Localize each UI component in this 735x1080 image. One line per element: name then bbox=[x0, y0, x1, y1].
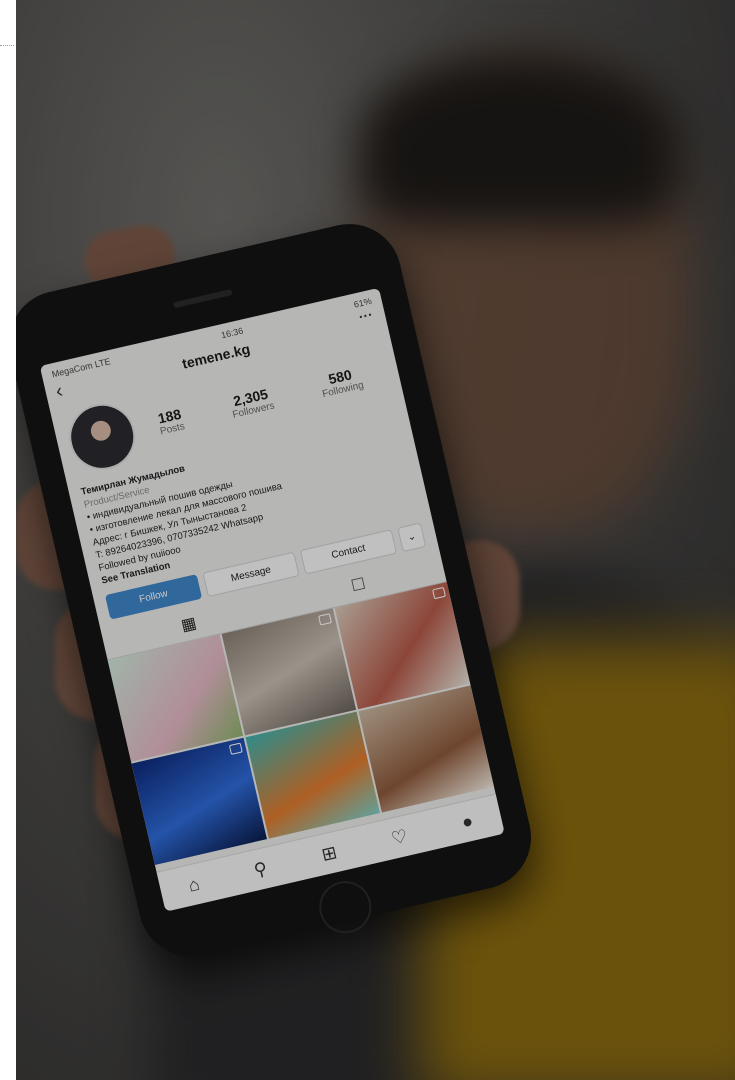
heart-icon[interactable]: ♡ bbox=[389, 825, 409, 849]
grid-icon[interactable]: ▦ bbox=[179, 613, 199, 636]
photo-scene: MegaCom LTE 16:36 61% ‹ temene.kg ··· 18… bbox=[0, 0, 735, 1080]
dotted-divider bbox=[0, 45, 14, 46]
left-margin-strip bbox=[0, 0, 16, 1080]
following-stat[interactable]: 580 Following bbox=[318, 364, 365, 400]
more-icon[interactable]: ··· bbox=[357, 306, 374, 325]
tagged-icon[interactable]: ☐ bbox=[349, 574, 368, 597]
home-icon[interactable]: ⌂ bbox=[186, 873, 201, 896]
posts-stat[interactable]: 188 Posts bbox=[155, 405, 186, 437]
search-icon[interactable]: ⚲ bbox=[252, 858, 270, 881]
followers-stat[interactable]: 2,305 Followers bbox=[228, 384, 275, 420]
back-icon[interactable]: ‹ bbox=[54, 380, 66, 404]
suggestions-dropdown-button[interactable]: ⌄ bbox=[397, 522, 427, 553]
add-icon[interactable]: ⊞ bbox=[320, 841, 339, 865]
post-thumbnail[interactable] bbox=[358, 685, 494, 813]
person-hair bbox=[360, 55, 680, 225]
video-badge-icon bbox=[228, 742, 243, 756]
avatar[interactable] bbox=[62, 397, 142, 477]
video-badge-icon bbox=[432, 586, 446, 600]
post-thumbnail[interactable] bbox=[131, 737, 267, 865]
phone-speaker bbox=[172, 288, 233, 309]
profile-icon[interactable]: ● bbox=[460, 810, 475, 833]
video-badge-icon bbox=[318, 613, 333, 626]
